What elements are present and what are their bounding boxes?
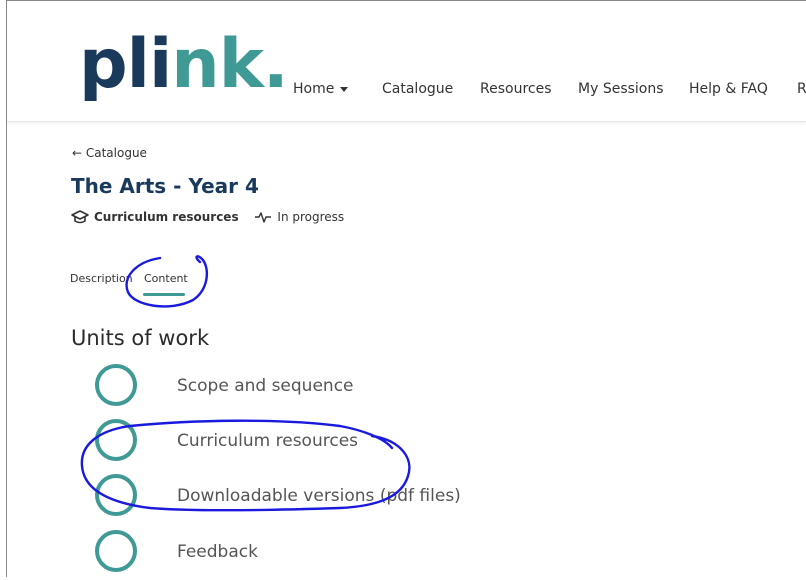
unit-label: Downloadable versions (pdf files) [177,486,461,506]
unit-label: Feedback [177,542,258,562]
logo-part-1: pli [79,25,172,104]
nav-item-resources[interactable]: Resources [480,81,552,97]
nav-item-truncated[interactable]: R [797,81,806,97]
nav-item-label: Home [293,81,335,97]
progress-ring-icon [95,419,137,461]
unit-label: Scope and sequence [177,376,354,396]
progress-ring-icon [95,364,137,406]
course-meta: Curriculum resources In progress [71,210,356,227]
progress-ring-icon [95,474,137,516]
course-status: In progress [254,210,344,224]
nav-item-catalogue[interactable]: Catalogue [382,81,453,97]
unit-item-scope-and-sequence[interactable]: Scope and sequence [95,364,695,414]
plink-logo[interactable]: plink. [79,31,289,99]
graduation-cap-icon [71,210,89,224]
tab-description[interactable]: Description [70,272,133,285]
unit-item-downloadable-versions[interactable]: Downloadable versions (pdf files) [95,474,695,524]
course-type: Curriculum resources [71,210,239,224]
section-title: Units of work [71,326,210,350]
back-to-catalogue-link[interactable]: ← Catalogue [72,146,147,160]
progress-ring-icon [95,530,137,572]
nav-item-home[interactable]: Home [293,81,349,97]
course-type-label: Curriculum resources [94,210,239,224]
active-tab-indicator [143,293,185,296]
nav-item-help-faq[interactable]: Help & FAQ [689,81,768,97]
site-header: plink. Home Catalogue Resources My Sessi… [7,1,806,122]
page-title: The Arts - Year 4 [71,174,259,198]
nav-item-my-sessions[interactable]: My Sessions [578,81,664,97]
activity-pulse-icon [255,212,272,223]
unit-item-curriculum-resources[interactable]: Curriculum resources [95,419,695,469]
unit-label: Curriculum resources [177,431,359,451]
caret-down-icon [340,86,349,92]
course-status-label: In progress [277,210,345,224]
tab-content[interactable]: Content [144,272,188,285]
logo-part-2: nk. [171,25,288,104]
unit-item-feedback[interactable]: Feedback [95,530,695,580]
